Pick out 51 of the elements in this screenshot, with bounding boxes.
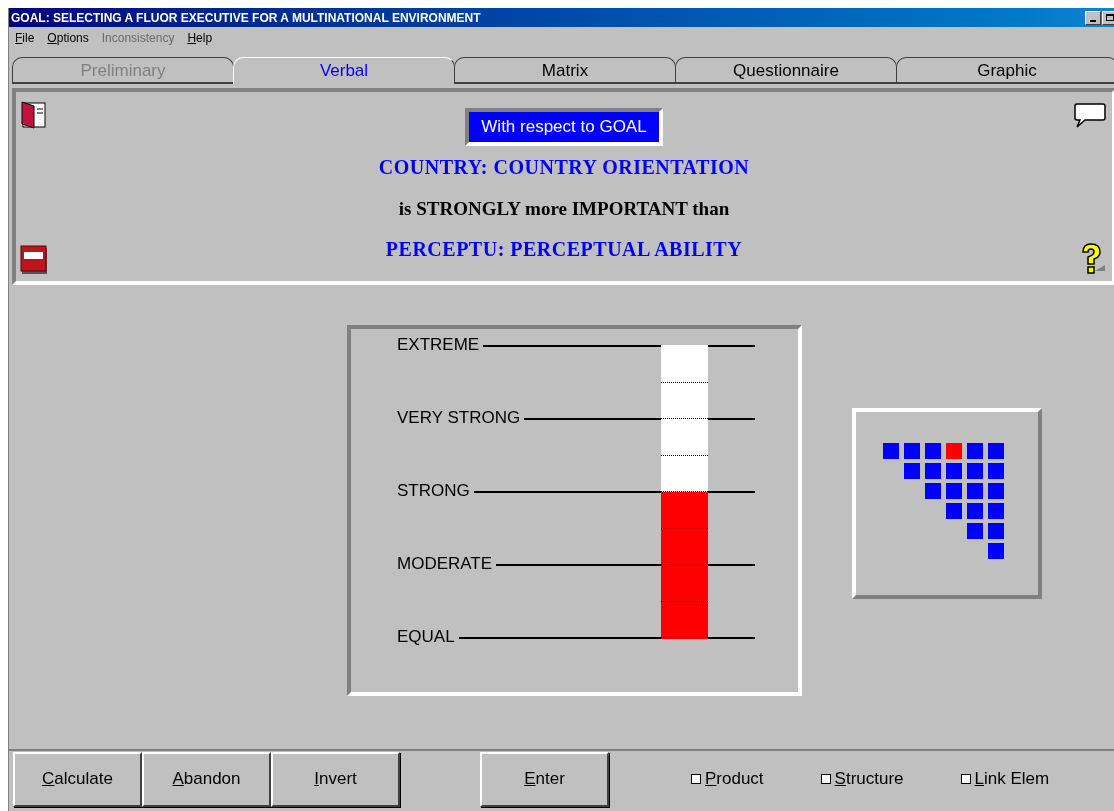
matrix-cell[interactable] xyxy=(967,483,983,499)
matrix-cell[interactable] xyxy=(925,463,941,479)
matrix-cell[interactable] xyxy=(988,543,1004,559)
matrix-cell[interactable] xyxy=(883,443,899,459)
second-element: PERCEPTU: PERCEPTUAL ABILITY xyxy=(385,237,743,262)
action-button[interactable]: Calculate xyxy=(13,751,142,807)
menu-item[interactable]: Options xyxy=(47,29,89,47)
scale-label: EQUAL xyxy=(397,626,456,648)
scale-label: MODERATE xyxy=(397,553,494,575)
window-title: GOAL: SELECTING A FLUOR EXECUTIVE FOR A MULTINATIONAL ENVIRONMENT xyxy=(11,9,481,27)
intensity-bar[interactable] xyxy=(661,345,708,639)
minimize-icon xyxy=(1090,19,1096,22)
context-label: With respect to GOAL xyxy=(481,117,647,136)
relation-text: is STRONGLY more IMPORTANT than xyxy=(398,196,730,221)
action-button[interactable]: Abandon xyxy=(142,751,271,807)
option-checkbox[interactable]: Product xyxy=(691,766,764,792)
tab[interactable]: Graphic xyxy=(896,57,1114,84)
menu-item[interactable]: Help xyxy=(187,29,213,47)
matrix-cell[interactable] xyxy=(946,463,962,479)
matrix-cell[interactable] xyxy=(967,503,983,519)
matrix-cell[interactable] xyxy=(988,483,1004,499)
option-checkbox[interactable]: Structure xyxy=(820,766,904,792)
matrix-cell[interactable] xyxy=(988,463,1004,479)
minimize-button[interactable] xyxy=(1085,10,1101,25)
matrix-cell[interactable] xyxy=(967,523,983,539)
tab[interactable]: Verbal xyxy=(233,57,455,84)
tab[interactable]: Matrix xyxy=(454,57,676,84)
tab[interactable]: Questionnaire xyxy=(675,57,897,84)
matrix-cell[interactable] xyxy=(946,503,962,519)
action-button[interactable]: Enter xyxy=(480,751,609,807)
matrix-cell[interactable] xyxy=(967,463,983,479)
restore-button[interactable] xyxy=(1102,10,1114,25)
matrix-cell[interactable] xyxy=(988,523,1004,539)
matrix-cell[interactable] xyxy=(925,483,941,499)
matrix-cell[interactable] xyxy=(925,443,941,459)
scale-label: STRONG xyxy=(397,480,471,502)
option-checkbox[interactable]: Link Elem xyxy=(960,766,1050,792)
speech-bubble-icon[interactable] xyxy=(1073,102,1107,130)
matrix-cell[interactable] xyxy=(946,443,962,459)
matrix-cell[interactable] xyxy=(904,463,920,479)
matrix-cell[interactable] xyxy=(946,483,962,499)
scale-label: VERY STRONG xyxy=(397,407,522,429)
matrix-cell[interactable] xyxy=(967,443,983,459)
matrix-cell[interactable] xyxy=(988,503,1004,519)
menu-item[interactable]: File xyxy=(15,29,35,47)
first-element: COUNTRY: COUNTRY ORIENTATION xyxy=(378,154,750,180)
matrix-cell[interactable] xyxy=(904,443,920,459)
restore-icon xyxy=(1106,14,1114,21)
action-button[interactable]: Invert xyxy=(271,751,400,807)
scale-label: EXTREME xyxy=(397,334,481,356)
matrix-cell[interactable] xyxy=(988,443,1004,459)
